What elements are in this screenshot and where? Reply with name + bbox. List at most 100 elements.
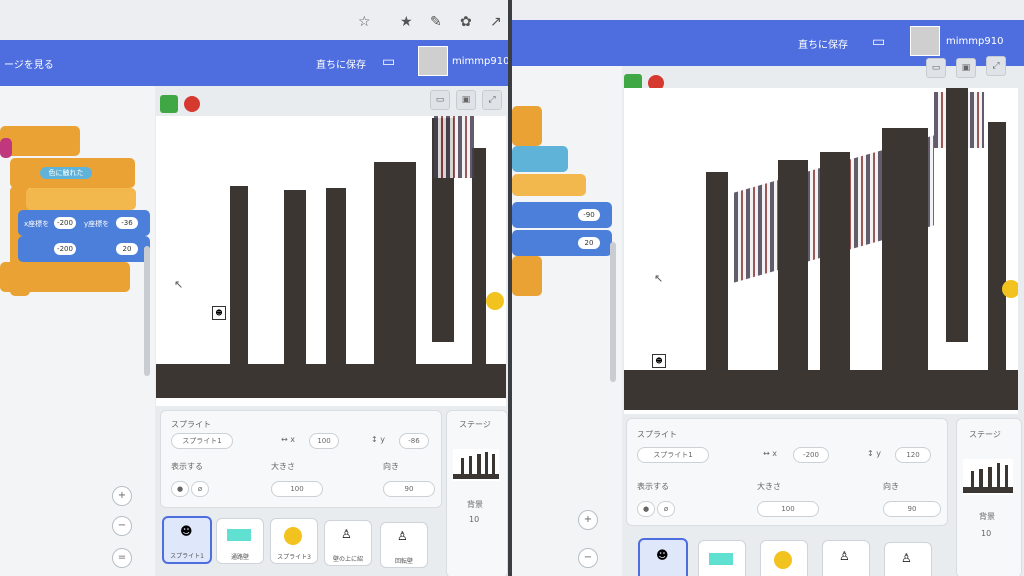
large-stage-icon[interactable]: ▣: [456, 90, 476, 110]
save-now-button[interactable]: 直ちに保存: [798, 36, 848, 51]
touching-block[interactable]: [512, 146, 568, 172]
left-screenshot-panel: ☆ ★ ✎ ✿ ↗ ージを見る 直ちに保存 ▭ mimmp910 色に触れた x…: [0, 0, 508, 576]
sprite-thumb[interactable]: ☻: [638, 538, 688, 576]
sprite-info-panel: スプライト スプライト1 ↔ x -200 ↕ y 120 表示する ● ø 大…: [626, 418, 948, 526]
stage-thumbnail[interactable]: [963, 459, 1013, 495]
star-icon[interactable]: ☆: [358, 14, 371, 30]
show-visible-toggle[interactable]: ●: [171, 481, 189, 497]
sprite-thumb[interactable]: ♙: [884, 542, 932, 576]
control-block[interactable]: [512, 106, 542, 146]
sprite-thumb[interactable]: ♙ 壁の上に紹: [324, 520, 372, 566]
coin-sprite[interactable]: [1002, 280, 1018, 298]
y-arrows-icon: ↕ y: [867, 449, 881, 458]
stage-title: ステージ: [969, 430, 1001, 439]
y-input[interactable]: -86: [399, 433, 429, 449]
sprite-thumb[interactable]: [760, 540, 808, 576]
costume-block[interactable]: [512, 174, 586, 196]
sprite-thumb[interactable]: ☻ スプライト1: [162, 516, 212, 564]
y-value-input[interactable]: 20: [578, 237, 600, 249]
stop-icon[interactable]: [184, 96, 200, 112]
pen-block[interactable]: [0, 138, 12, 158]
hide-toggle[interactable]: ø: [191, 481, 209, 497]
code-scrollbar[interactable]: [610, 242, 616, 382]
sprite-thumb[interactable]: 通路壁: [216, 518, 264, 564]
sprite-on-stage[interactable]: ☻: [652, 354, 666, 368]
code-area[interactable]: 色に触れた x座標を -200 y座標を -36 -200 20 + − =: [0, 86, 155, 576]
touching-color-reporter[interactable]: 色に触れた: [40, 167, 92, 179]
costume-block[interactable]: [26, 188, 136, 210]
coin-sprite[interactable]: [486, 292, 504, 310]
fullscreen-icon[interactable]: ⤢: [482, 90, 502, 110]
save-now-button[interactable]: 直ちに保存: [316, 56, 366, 71]
hide-toggle[interactable]: ø: [657, 501, 675, 517]
x-arrows-icon: ↔ x: [281, 435, 295, 444]
sprite-on-stage[interactable]: ☻: [212, 306, 226, 320]
green-flag-icon[interactable]: [160, 95, 178, 113]
see-project-page-link[interactable]: ージを見る: [4, 56, 54, 71]
x-value-input[interactable]: -200: [54, 217, 76, 229]
sprite-thumb[interactable]: ♙ 回転壁: [380, 522, 428, 568]
sprite-name-input[interactable]: スプライト1: [171, 433, 233, 449]
person-sprite-icon: ♙: [901, 551, 912, 565]
person-sprite-icon: ♙: [839, 549, 850, 563]
size-input[interactable]: 100: [757, 501, 819, 517]
x-change-input[interactable]: -200: [54, 243, 76, 255]
mouse-cursor-icon: ↖: [174, 278, 184, 291]
code-area[interactable]: -90 20 + −: [512, 66, 622, 576]
stage-selector-panel[interactable]: ステージ 背景 10: [956, 418, 1022, 576]
x-input[interactable]: 100: [309, 433, 339, 449]
edit-icon[interactable]: ✎: [430, 14, 442, 30]
sprite-info-panel: スプライト スプライト1 ↔ x 100 ↕ y -86 表示する ● ø 大き…: [160, 410, 442, 508]
stage-selector-panel[interactable]: ステージ 背景 10: [446, 410, 508, 576]
set-x-block[interactable]: x座標を -200 y座標を -36: [18, 210, 150, 236]
bookmark-star-icon[interactable]: ★: [400, 14, 413, 30]
sprite-label: スプライト: [637, 430, 677, 439]
direction-input[interactable]: 90: [883, 501, 941, 517]
if-block[interactable]: 色に触れた: [10, 158, 135, 188]
zoom-out-icon[interactable]: −: [578, 548, 598, 568]
y-value-input[interactable]: -36: [116, 217, 138, 229]
zoom-out-icon[interactable]: −: [112, 516, 132, 536]
sprite-thumb[interactable]: ♙: [822, 540, 870, 576]
share-icon[interactable]: ↗: [490, 14, 502, 30]
show-visible-toggle[interactable]: ●: [637, 501, 655, 517]
zoom-in-icon[interactable]: +: [578, 510, 598, 530]
stage-canvas[interactable]: ☻ ↖: [624, 88, 1018, 414]
code-scrollbar[interactable]: [144, 246, 150, 376]
set-x-block[interactable]: -90: [512, 202, 612, 228]
avatar[interactable]: [418, 46, 448, 76]
extension-icon[interactable]: ✿: [460, 14, 472, 30]
y-change-input[interactable]: 20: [116, 243, 138, 255]
set-y-label: y座標を: [84, 220, 110, 228]
fullscreen-icon[interactable]: ⤢: [986, 56, 1006, 76]
sprite-thumb[interactable]: [698, 540, 746, 576]
x-value-input[interactable]: -90: [578, 209, 600, 221]
change-xy-block[interactable]: 20: [512, 230, 612, 256]
y-input[interactable]: 120: [895, 447, 931, 463]
small-stage-icon[interactable]: ▭: [430, 90, 450, 110]
people-sprite[interactable]: [434, 116, 474, 178]
change-xy-block[interactable]: -200 20: [18, 236, 150, 262]
wall: [820, 152, 850, 372]
stage-canvas[interactable]: ☻ ↖: [156, 116, 506, 406]
backdrops-label: 背景: [467, 500, 483, 509]
size-label: 大きさ: [757, 482, 781, 491]
folder-icon[interactable]: ▭: [872, 34, 885, 50]
avatar[interactable]: [910, 26, 940, 56]
size-input[interactable]: 100: [271, 481, 323, 497]
folder-icon[interactable]: ▭: [382, 54, 395, 70]
person-sprite-icon: ♙: [341, 527, 352, 541]
sprite-name-input[interactable]: スプライト1: [637, 447, 709, 463]
x-input[interactable]: -200: [793, 447, 829, 463]
large-stage-icon[interactable]: ▣: [956, 58, 976, 78]
username[interactable]: mimmp910: [946, 36, 1003, 47]
sprite-thumb[interactable]: スプライト3: [270, 518, 318, 564]
stage-thumbnail[interactable]: [453, 449, 499, 481]
direction-input[interactable]: 90: [383, 481, 435, 497]
zoom-reset-icon[interactable]: =: [112, 548, 132, 568]
control-block[interactable]: [0, 126, 80, 156]
zoom-in-icon[interactable]: +: [112, 486, 132, 506]
username[interactable]: mimmp910: [452, 56, 508, 67]
wall: [374, 162, 416, 366]
small-stage-icon[interactable]: ▭: [926, 58, 946, 78]
